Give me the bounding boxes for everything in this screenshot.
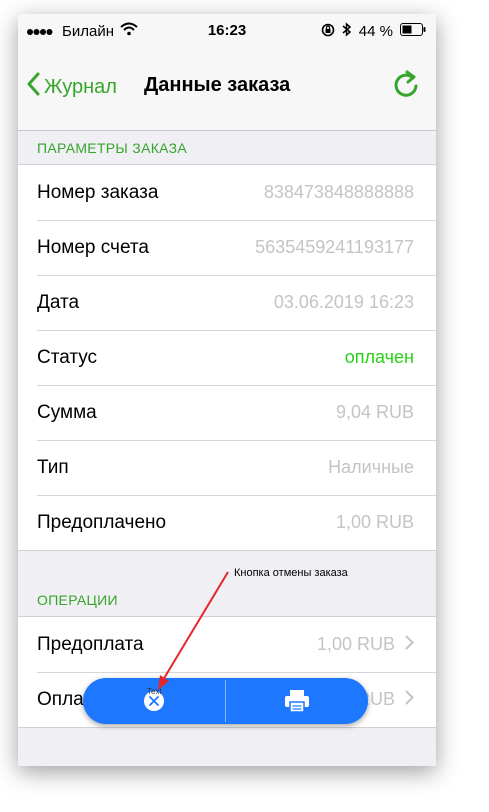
- annotation-label: Кнопка отмены заказа: [234, 567, 348, 579]
- chevron-right-icon: [405, 635, 414, 655]
- row-value: 838473848888888: [263, 182, 414, 202]
- row-label: Сумма: [37, 401, 97, 423]
- row-order-number: Номер заказа 838473848888888: [18, 165, 436, 220]
- row-value: 03.06.2019 16:23: [273, 292, 414, 312]
- cancel-order-button[interactable]: Text: [83, 678, 225, 724]
- printer-icon: [284, 689, 310, 718]
- status-right: 44 %: [321, 22, 426, 41]
- row-label: Тип: [37, 456, 69, 478]
- bluetooth-icon: [342, 22, 352, 41]
- row-label: Дата: [37, 291, 80, 313]
- battery-percent: 44 %: [358, 23, 393, 40]
- refresh-icon[interactable]: [392, 68, 420, 105]
- nav-bar: Журнал Данные заказа: [18, 48, 436, 131]
- row-amount: Сумма 9,04 RUB: [18, 385, 436, 440]
- row-value: Наличные: [328, 457, 414, 477]
- section-header-order-params: ПАРАМЕТРЫ ЗАКАЗА: [37, 140, 188, 156]
- order-params-table: Номер заказа 838473848888888 Номер счета…: [18, 164, 436, 551]
- status-value: оплачен: [344, 347, 414, 367]
- row-value: 9,04 RUB: [335, 402, 414, 422]
- orientation-lock-icon: [321, 23, 335, 41]
- chevron-left-icon: [26, 72, 40, 102]
- row-invoice-number: Номер счета 5635459241193177: [18, 220, 436, 275]
- row-label: Статус: [37, 346, 98, 368]
- row-value: 1,00 RUB: [316, 634, 395, 654]
- status-bar: Билайн 16:23 44 %: [18, 14, 436, 48]
- row-date: Дата 03.06.2019 16:23: [18, 275, 436, 330]
- phone-screen: Билайн 16:23 44 % Журнал Данные заказа П…: [18, 14, 436, 766]
- back-button[interactable]: Журнал: [26, 72, 117, 102]
- floating-action-bar: Text: [83, 678, 368, 724]
- row-status: Статус оплачен: [18, 330, 436, 385]
- page-title: Данные заказа: [144, 74, 291, 96]
- battery-icon: [400, 23, 426, 40]
- chevron-right-icon: [405, 690, 414, 710]
- section-header-operations: ОПЕРАЦИИ: [37, 592, 118, 608]
- row-value: 1,00 RUB: [335, 512, 414, 532]
- back-label: Журнал: [44, 75, 117, 98]
- row-prepaid: Предоплачено 1,00 RUB: [18, 495, 436, 550]
- row-value-group: 1,00 RUB: [317, 634, 414, 655]
- row-label: Предоплата: [37, 633, 144, 655]
- row-label: Номер счета: [37, 236, 149, 258]
- row-operation-prepayment[interactable]: Предоплата 1,00 RUB: [18, 617, 436, 672]
- print-button[interactable]: [226, 678, 368, 724]
- row-type: Тип Наличные: [18, 440, 436, 495]
- row-label: Предоплачено: [37, 511, 167, 533]
- row-value: 5635459241193177: [255, 237, 414, 257]
- cancel-tiny-text: Text: [147, 687, 162, 696]
- row-label: Номер заказа: [37, 181, 159, 203]
